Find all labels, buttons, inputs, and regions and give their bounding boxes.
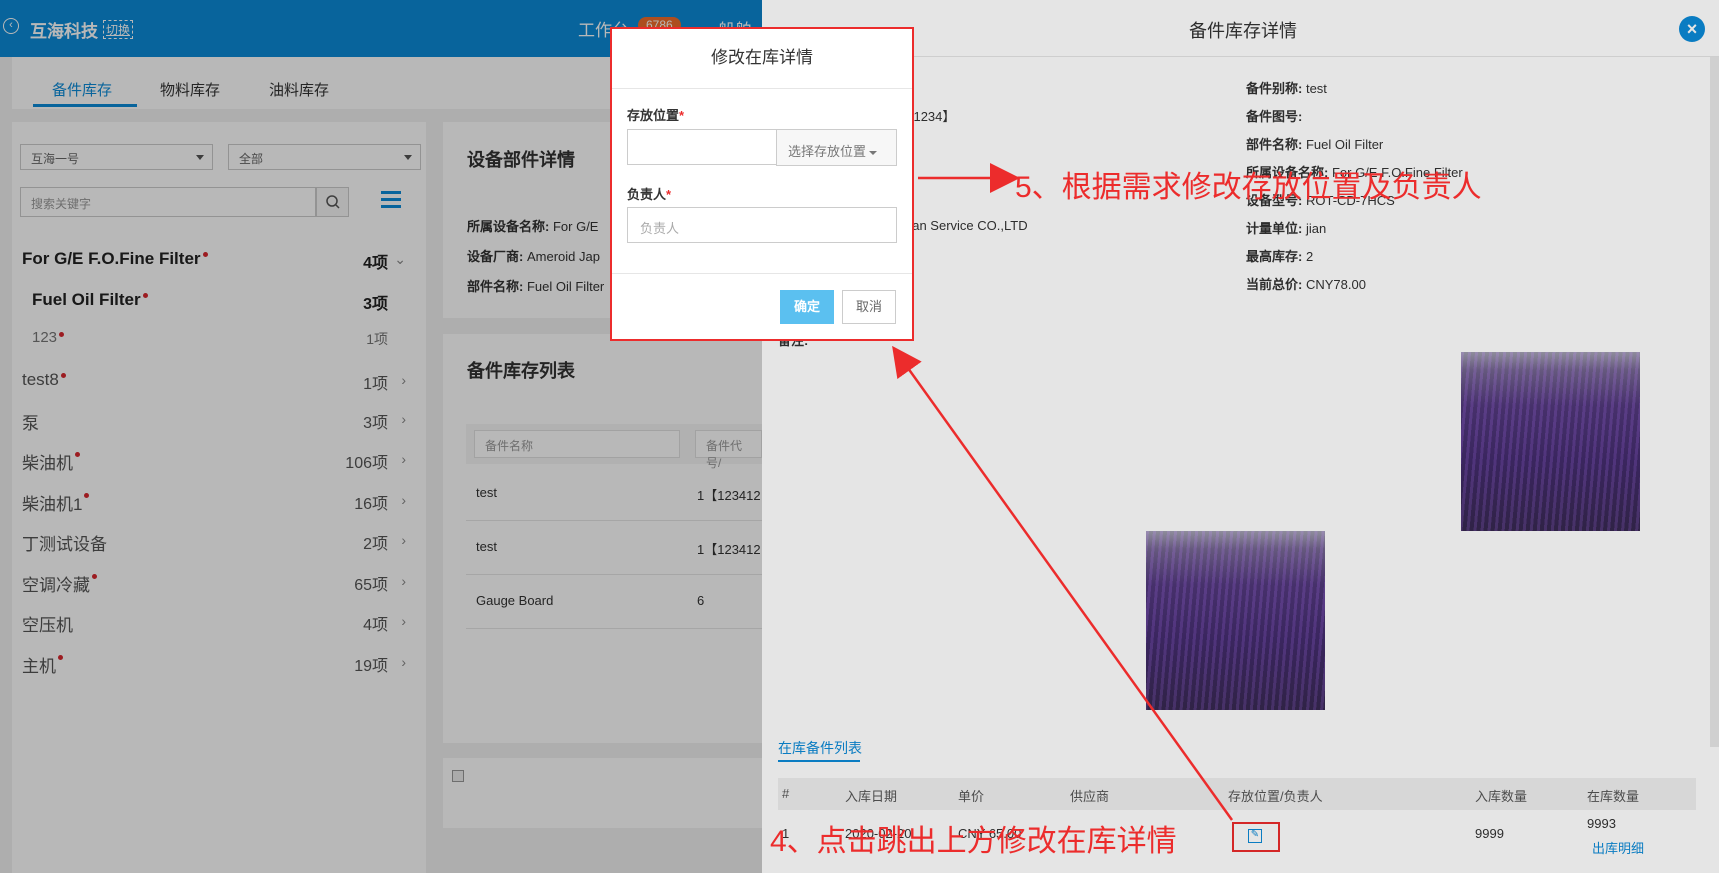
annotation-step5: 5、根据需求修改存放位置及负责人 xyxy=(1015,171,1482,204)
annotation-step4: 4、点击跳出上方修改在库详情 xyxy=(770,825,1177,858)
annotation-arrows xyxy=(892,163,1234,821)
